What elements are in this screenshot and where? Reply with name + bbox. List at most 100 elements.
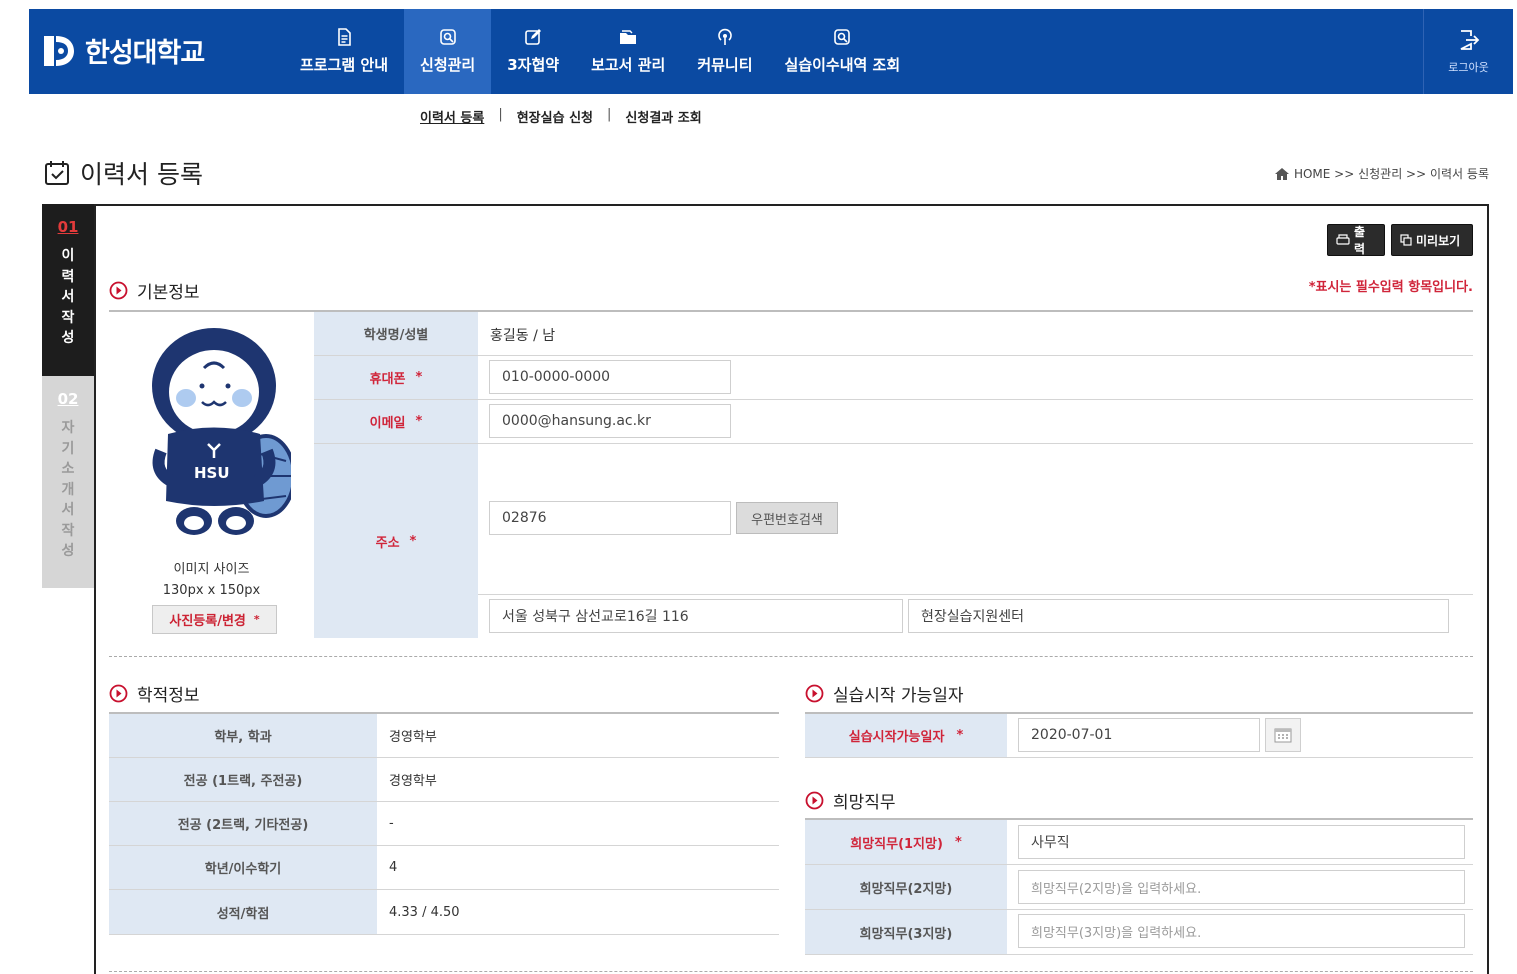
home-icon <box>1274 167 1289 180</box>
label-name-gender: 학생명/성별 <box>314 312 478 355</box>
label-desired-job-2: 희망직무(2지망) <box>805 865 1007 909</box>
step-tab-resume[interactable]: 01 이력서작성 <box>42 204 94 376</box>
logo-mark-icon <box>44 35 74 66</box>
preview-button[interactable]: 미리보기 <box>1391 224 1473 256</box>
mascot-photo: HSU <box>152 328 291 535</box>
step-char: 작 <box>61 522 75 539</box>
print-button[interactable]: 출력 <box>1327 224 1385 256</box>
calendar-icon <box>1274 728 1292 743</box>
desired-job-2-input[interactable]: 희망직무(2지망)을 입력하세요. <box>1018 870 1465 904</box>
photo-area: HSU 이미지 사이즈 130px x 150px 사진등록/변경 * <box>109 312 314 638</box>
value-major-track1: 경영학부 <box>389 774 437 789</box>
desired-job-3-input[interactable]: 희망직무(3지망)을 입력하세요. <box>1018 914 1465 948</box>
breadcrumb: HOME >> 신청관리 >> 이력서 등록 <box>1274 165 1489 182</box>
section-basic-info-header: 기본정보 <box>109 278 200 303</box>
name-gender-value: 홍길동 / 남 <box>490 328 556 344</box>
page-title: 이력서 등록 <box>44 155 203 191</box>
step-char: 서 <box>61 502 75 518</box>
section-start-date-header: 실습시작 가능일자 <box>805 681 964 706</box>
image-size-hint: 이미지 사이즈 130px x 150px <box>109 559 314 601</box>
play-circle-icon <box>805 791 824 810</box>
copy-icon <box>1400 234 1412 246</box>
required-mark: * <box>415 370 423 385</box>
step-number: 02 <box>57 390 79 408</box>
step-number: 01 <box>57 218 79 236</box>
step-char: 성 <box>61 330 75 346</box>
step-char: 성 <box>61 543 75 559</box>
svg-text:HSU: HSU <box>194 464 230 482</box>
main-menu: 프로그램 안내 신청관리 3자협약 보고서 관리 커뮤니티 실습이수내역 조회 <box>284 9 916 94</box>
label-phone: 휴대폰 * <box>314 356 478 399</box>
section-desired-job-header: 희망직무 <box>805 788 896 813</box>
label-address: 주소 * <box>314 444 478 638</box>
phone-input[interactable]: 010-0000-0000 <box>489 360 731 394</box>
step-tab-self-introduction[interactable]: 02 자기소개서작성 <box>42 376 94 588</box>
desired-job-1-input[interactable]: 사무직 <box>1018 825 1465 859</box>
subnav-application-result[interactable]: 신청결과 조회 <box>625 107 701 126</box>
menu-report-management[interactable]: 보고서 관리 <box>575 9 681 94</box>
menu-application-management[interactable]: 신청관리 <box>404 9 492 94</box>
print-label: 출력 <box>1353 225 1366 256</box>
subnav-field-practice-apply[interactable]: 현장실습 신청 <box>517 107 593 126</box>
row-divider <box>805 757 1473 758</box>
label-text: 희망직무(1지망) <box>850 836 943 852</box>
value-department: 경영학부 <box>389 730 437 745</box>
label-start-date: 실습시작가능일자 * <box>805 714 1007 757</box>
label-major-track1: 전공 (1트랙, 주전공) <box>109 758 377 801</box>
menu-label: 실습이수내역 조회 <box>784 56 901 74</box>
required-mark: * <box>415 414 423 429</box>
label-text: 실습시작가능일자 <box>848 730 945 745</box>
folder-icon <box>620 30 637 44</box>
menu-tripartite-agreement[interactable]: 3자협약 <box>491 9 575 94</box>
step-char: 서 <box>61 289 75 305</box>
label-department: 학부, 학과 <box>109 714 377 757</box>
subnav-resume-register[interactable]: 이력서 등록 <box>420 107 484 126</box>
photo-upload-label: 사진등록/변경 <box>169 614 246 629</box>
preview-label: 미리보기 <box>1416 233 1461 248</box>
play-circle-icon <box>109 684 128 703</box>
label-grade-semester: 학년/이수학기 <box>109 846 377 889</box>
label-major-track2: 전공 (2트랙, 기타전공) <box>109 802 377 845</box>
university-logo[interactable]: 한성대학교 <box>41 31 205 70</box>
row-divider <box>805 954 1473 955</box>
search-icon <box>834 29 851 45</box>
section-title: 희망직무 <box>833 793 896 813</box>
zipcode-search-button[interactable]: 우편번호검색 <box>736 502 838 534</box>
menu-label: 프로그램 안내 <box>300 56 389 74</box>
menu-community[interactable]: 커뮤니티 <box>681 9 768 94</box>
page-title-text: 이력서 등록 <box>80 160 203 189</box>
resume-form-panel: 출력 미리보기 *표시는 필수입력 항목입니다. 기본정보 HSU 이미지 사이… <box>94 204 1489 974</box>
step-char: 기 <box>61 440 75 457</box>
logout-button[interactable]: 로그아웃 <box>1423 9 1513 94</box>
sub-navigation: 이력서 등록 | 현장실습 신청 | 신청결과 조회 <box>0 107 1517 126</box>
step-label: 이력서작성 <box>42 246 94 349</box>
zipcode-input[interactable]: 02876 <box>489 501 731 535</box>
menu-label: 신청관리 <box>420 56 476 74</box>
broadcast-icon <box>718 28 732 45</box>
required-mark: * <box>954 834 962 850</box>
required-fields-note: *표시는 필수입력 항목입니다. <box>1308 280 1473 295</box>
row-divider <box>109 934 779 935</box>
label-desired-job-1: 희망직무(1지망) * <box>805 820 1007 864</box>
value-gpa: 4.33 / 4.50 <box>389 904 460 920</box>
email-input[interactable]: 0000@hansung.ac.kr <box>489 404 731 438</box>
address-line1-input[interactable]: 서울 성북구 삼선교로16길 116 <box>489 599 903 633</box>
subnav-separator: | <box>498 107 503 122</box>
step-tabs: 01 이력서작성 02 자기소개서작성 <box>42 204 94 588</box>
menu-label: 3자협약 <box>507 56 560 74</box>
label-text: 휴대폰 <box>369 372 406 387</box>
label-text: 주소 <box>375 535 400 551</box>
date-picker-button[interactable] <box>1265 718 1301 752</box>
menu-program-info[interactable]: 프로그램 안내 <box>284 9 404 94</box>
menu-completion-history[interactable]: 실습이수내역 조회 <box>769 9 917 94</box>
photo-upload-button[interactable]: 사진등록/변경 * <box>152 605 277 634</box>
required-mark: * <box>956 728 964 743</box>
section-academic-header: 학적정보 <box>109 681 200 706</box>
document-icon <box>338 28 351 46</box>
step-char: 개 <box>61 481 75 498</box>
start-date-input[interactable]: 2020-07-01 <box>1018 718 1260 752</box>
row-divider <box>314 399 1473 400</box>
subnav-separator: | <box>607 107 612 122</box>
address-line2-input[interactable]: 현장실습지원센터 <box>908 599 1449 633</box>
row-divider <box>314 443 1473 444</box>
